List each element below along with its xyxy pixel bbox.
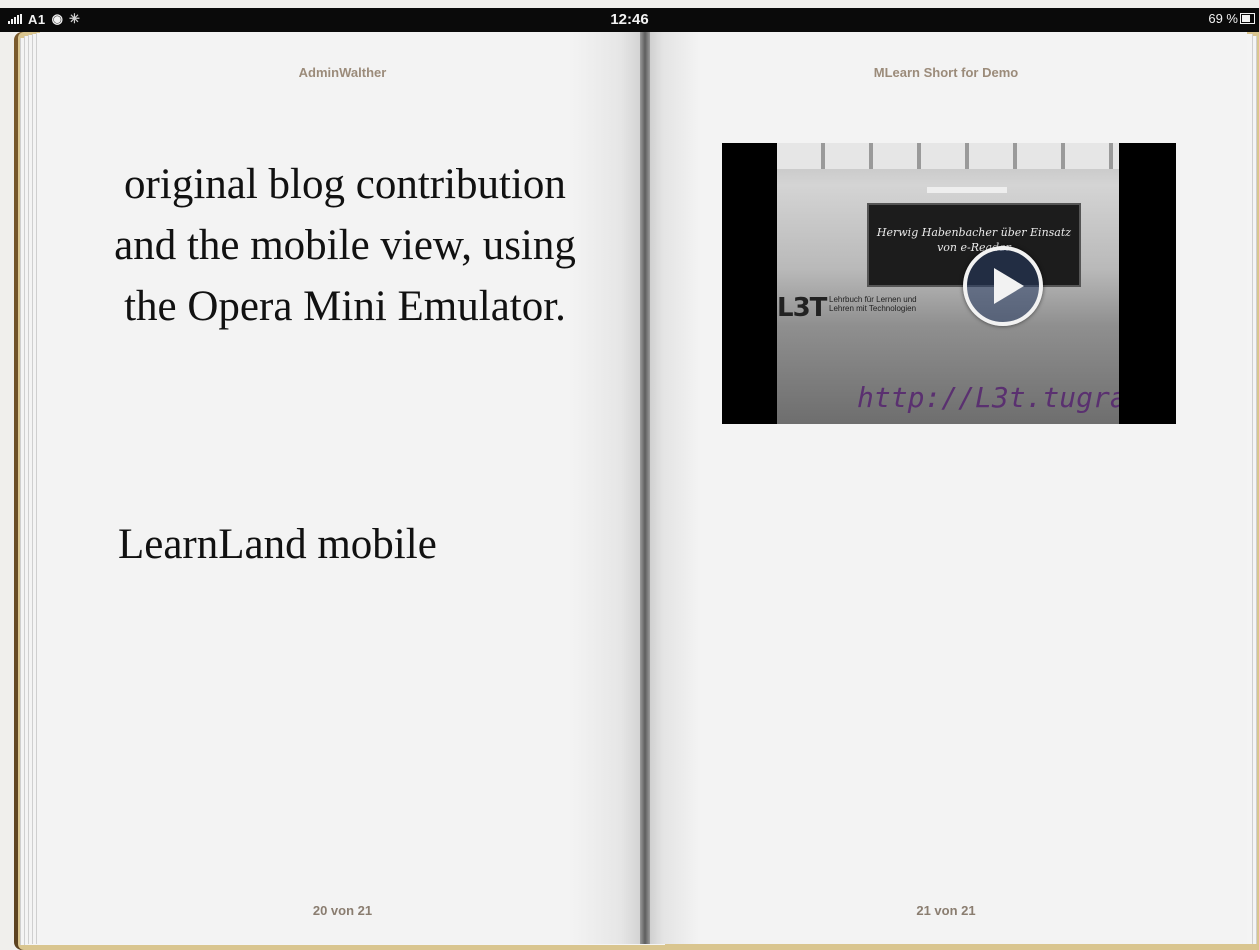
- right-page[interactable]: MLearn Short for Demo Herwig Habenbacher…: [645, 32, 1247, 944]
- blackboard-text: Herwig Habenbacher über Einsatz von e-Re…: [876, 226, 1072, 254]
- battery-percent: 69 %: [1208, 11, 1238, 26]
- book-title-header: MLearn Short for Demo: [873, 65, 1019, 80]
- status-bar: A1 ◉ ✳ 12:46 69 %: [0, 8, 1259, 32]
- page-subheading: LearnLand mobile: [118, 521, 437, 568]
- video-url-text: http://L3t.tugraz: [857, 381, 1119, 414]
- battery-icon: [1240, 13, 1255, 24]
- page-body-text: original blog contribution and the mobil…: [114, 161, 576, 330]
- l3t-logo: L3T: [777, 293, 827, 323]
- book-spine-gutter: [640, 32, 650, 944]
- book-author-header: AdminWalther: [298, 65, 387, 80]
- page-number: 21 von 21: [916, 903, 976, 918]
- logo-caption: Lehrbuch für Lernen und Lehren mit Techn…: [829, 295, 917, 313]
- video-thumbnail: Herwig Habenbacher über Einsatz von e-Re…: [777, 143, 1119, 424]
- clock: 12:46: [610, 11, 649, 28]
- status-bar-right: 69 %: [1208, 11, 1255, 26]
- video-player[interactable]: Herwig Habenbacher über Einsatz von e-Re…: [722, 143, 1176, 424]
- ceiling-light: [927, 187, 1007, 193]
- play-button-icon[interactable]: [963, 246, 1043, 326]
- left-page[interactable]: AdminWalther original blog contribution …: [40, 32, 645, 944]
- page-number: 20 von 21: [312, 903, 373, 918]
- ceiling-panels: [777, 143, 1119, 169]
